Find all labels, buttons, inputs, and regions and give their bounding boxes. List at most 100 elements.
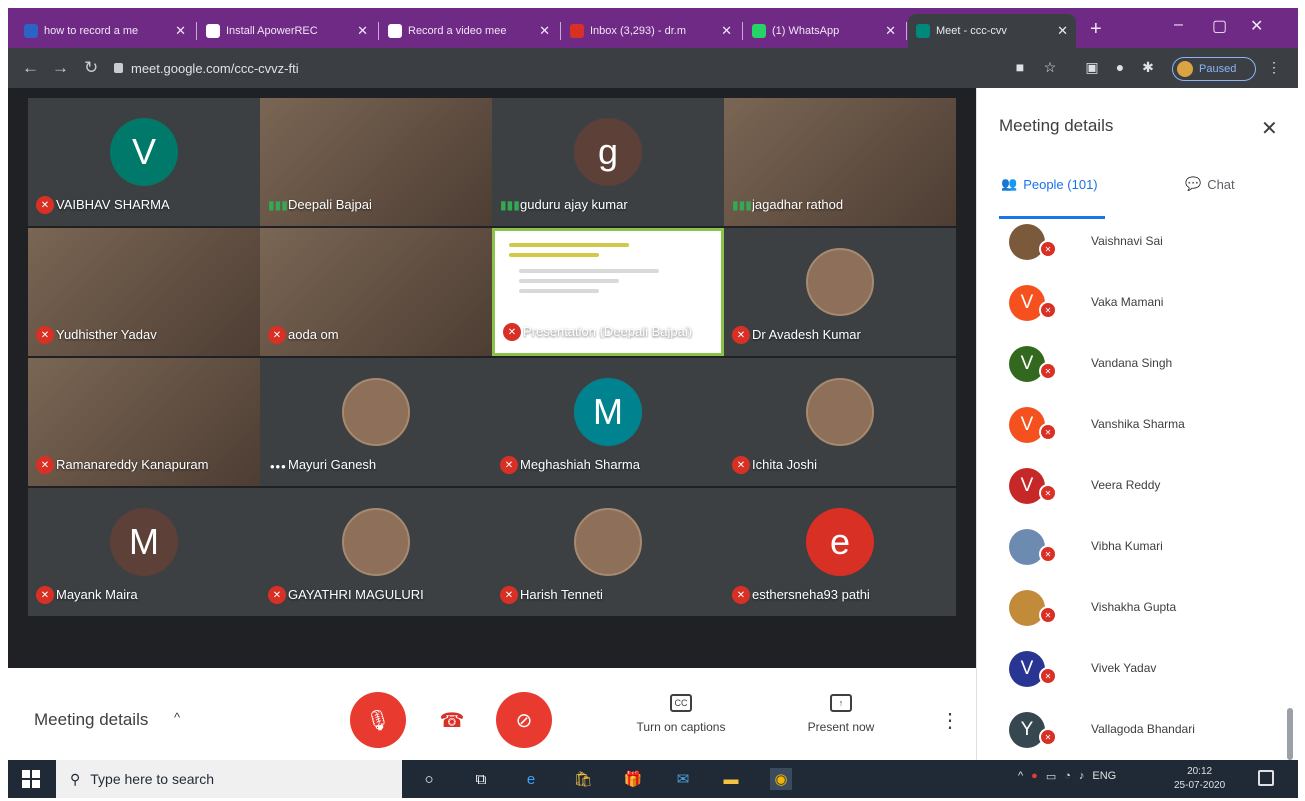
participant-tile[interactable]: ▮▮▮ Deepali Bajpai xyxy=(260,98,492,226)
extension-icon[interactable]: ● xyxy=(1112,59,1128,75)
participant-avatar xyxy=(806,377,874,446)
participant-tile[interactable]: ••• Mayuri Ganesh xyxy=(260,358,492,486)
participant-tile[interactable]: ✕ GAYATHRI MAGULURI xyxy=(260,488,492,616)
participant-avatar xyxy=(1009,590,1045,626)
battery-icon[interactable]: ▭ xyxy=(1046,770,1056,783)
tab-close-icon[interactable]: ✕ xyxy=(721,23,732,39)
forward-button[interactable]: → xyxy=(52,58,69,78)
microphone-toggle-button[interactable]: 🎙 xyxy=(350,692,406,748)
chrome-icon[interactable]: ◉ xyxy=(770,768,792,790)
browser-tab[interactable]: how to record a me ✕ xyxy=(16,14,194,48)
participant-tile[interactable]: ✕ Ichita Joshi xyxy=(724,358,956,486)
participant-list-item[interactable]: V ✕ Vanshika Sharma xyxy=(977,403,1298,463)
participant-list-item[interactable]: ✕ Vishakha Gupta xyxy=(977,586,1298,646)
store-icon[interactable]: 🛍 xyxy=(572,768,594,790)
new-tab-button[interactable]: + xyxy=(1090,18,1102,41)
mic-muted-icon: ✕ xyxy=(36,586,54,604)
participant-list-item[interactable]: ✕ Vibha Kumari xyxy=(977,525,1298,585)
browser-tab[interactable]: (1) WhatsApp ✕ xyxy=(744,14,904,48)
participant-tile[interactable]: g ▮▮▮ guduru ajay kumar xyxy=(492,98,724,226)
meeting-details-panel: Meeting details ✕ 👥 People (101) 💬 Chat … xyxy=(976,88,1298,760)
start-button[interactable] xyxy=(22,770,40,788)
address-bar[interactable]: meet.google.com/ccc-cvvz-fti xyxy=(114,55,1004,81)
antivirus-icon[interactable]: ● xyxy=(1031,770,1038,783)
participant-list-item[interactable]: V ✕ Vaka Mamani xyxy=(977,281,1298,341)
browser-tab[interactable]: Meet - ccc-cvv ✕ xyxy=(908,14,1076,48)
present-now-button[interactable]: ↑ Present now xyxy=(776,694,906,734)
tab-label: Record a video mee xyxy=(408,25,507,37)
minimize-button[interactable]: – xyxy=(1174,16,1183,34)
tab-close-icon[interactable]: ✕ xyxy=(1057,23,1068,39)
tab-chat-label: Chat xyxy=(1207,176,1235,192)
participant-tile[interactable]: ✕ Presentation (Deepali Bajpai) xyxy=(492,228,724,356)
participant-tile[interactable]: M ✕ Meghashiah Sharma xyxy=(492,358,724,486)
bookmark-star-icon[interactable]: ☆ xyxy=(1042,59,1058,75)
browser-menu-icon[interactable]: ⋮ xyxy=(1266,59,1282,75)
mail-icon[interactable]: ✉ xyxy=(672,768,694,790)
participant-avatar xyxy=(342,507,410,576)
cortana-icon[interactable]: ○ xyxy=(418,768,440,790)
close-icon[interactable]: ✕ xyxy=(1261,116,1278,141)
volume-icon[interactable]: ♪ xyxy=(1079,770,1085,783)
camera-icon[interactable]: ■ xyxy=(1012,59,1028,75)
participant-list-scrollbar[interactable] xyxy=(1287,708,1293,760)
puzzle-extensions-icon[interactable]: ✱ xyxy=(1140,59,1156,75)
participant-list-item[interactable]: V ✕ Veera Reddy xyxy=(977,464,1298,524)
participant-list-item[interactable]: ✕ Vaishnavi Sai xyxy=(977,220,1298,280)
browser-tab[interactable]: Install ApowerREC ✕ xyxy=(198,14,376,48)
tab-close-icon[interactable]: ✕ xyxy=(539,23,550,39)
taskbar-search-box[interactable]: ⚲ Type here to search xyxy=(56,760,402,798)
back-button[interactable]: ← xyxy=(22,58,39,78)
participant-tile[interactable]: ▮▮▮ jagadhar rathod xyxy=(724,98,956,226)
more-options-icon[interactable]: ••• xyxy=(270,459,287,474)
slide-text-line xyxy=(519,279,619,283)
active-tab-indicator xyxy=(999,216,1105,219)
notification-center-icon[interactable] xyxy=(1258,770,1274,786)
participant-tile[interactable]: ✕ Harish Tenneti xyxy=(492,488,724,616)
participant-list-name: Vaishnavi Sai xyxy=(1091,234,1163,248)
participant-tile[interactable]: ✕ aoda om xyxy=(260,228,492,356)
close-window-button[interactable]: ✕ xyxy=(1250,16,1263,36)
screen-record-extension-icon[interactable]: ▣ xyxy=(1084,59,1100,75)
profile-paused-button[interactable]: Paused xyxy=(1172,57,1256,81)
participant-tile[interactable]: ✕ Dr Avadesh Kumar xyxy=(724,228,956,356)
maximize-button[interactable]: ▢ xyxy=(1212,16,1227,36)
chat-icon: 💬 xyxy=(1185,176,1202,191)
camera-toggle-button[interactable]: ⊘ xyxy=(496,692,552,748)
tab-favicon-icon xyxy=(570,24,584,38)
captions-button[interactable]: CC Turn on captions xyxy=(616,694,746,734)
file-explorer-icon[interactable]: ▬ xyxy=(720,768,742,790)
tab-close-icon[interactable]: ✕ xyxy=(885,23,896,39)
chevron-up-icon[interactable]: ^ xyxy=(174,710,180,725)
more-options-icon[interactable]: ⋮ xyxy=(940,708,960,733)
task-view-icon[interactable]: ⧉ xyxy=(470,768,492,790)
participant-avatar xyxy=(574,507,642,576)
mic-muted-icon: ✕ xyxy=(1039,728,1057,746)
browser-tab[interactable]: Inbox (3,293) - dr.m ✕ xyxy=(562,14,740,48)
tab-close-icon[interactable]: ✕ xyxy=(357,23,368,39)
gift-app-icon[interactable]: 🎁 xyxy=(622,768,644,790)
leave-call-button[interactable]: ☎ xyxy=(436,706,468,734)
edge-icon[interactable]: e xyxy=(520,768,542,790)
reload-button[interactable]: ↻ xyxy=(84,58,98,78)
participant-list-item[interactable]: V ✕ Vivek Yadav xyxy=(977,647,1298,707)
browser-tab[interactable]: Record a video mee ✕ xyxy=(380,14,558,48)
tab-close-icon[interactable]: ✕ xyxy=(175,23,186,39)
tab-separator xyxy=(742,22,743,40)
tray-chevron-icon[interactable]: ^ xyxy=(1018,770,1023,783)
slide-text-line xyxy=(519,289,599,293)
participant-tile[interactable]: ✕ Yudhisther Yadav xyxy=(28,228,260,356)
participant-tile[interactable]: M ✕ Mayank Maira xyxy=(28,488,260,616)
language-indicator[interactable]: ENG xyxy=(1092,770,1116,783)
participant-tile[interactable]: ✕ Ramanareddy Kanapuram xyxy=(28,358,260,486)
participant-tile[interactable]: V ✕ VAIBHAV SHARMA xyxy=(28,98,260,226)
tab-people[interactable]: 👥 People (101) xyxy=(1001,176,1098,192)
network-icon[interactable]: ◔ xyxy=(1064,770,1071,783)
participant-tile[interactable]: e ✕ esthersneha93 pathi xyxy=(724,488,956,616)
tab-chat[interactable]: 💬 Chat xyxy=(1185,176,1235,192)
participant-grid: V ✕ VAIBHAV SHARMA ▮▮▮ Deepali Bajpai g ▮▮▮ gud… xyxy=(8,88,976,668)
clock[interactable]: 20:12 25-07-2020 xyxy=(1174,765,1225,793)
participant-list-item[interactable]: V ✕ Vandana Singh xyxy=(977,342,1298,402)
meeting-details-button[interactable]: Meeting details xyxy=(34,710,148,730)
participant-list-item[interactable]: Y ✕ Vallagoda Bhandari xyxy=(977,708,1298,768)
